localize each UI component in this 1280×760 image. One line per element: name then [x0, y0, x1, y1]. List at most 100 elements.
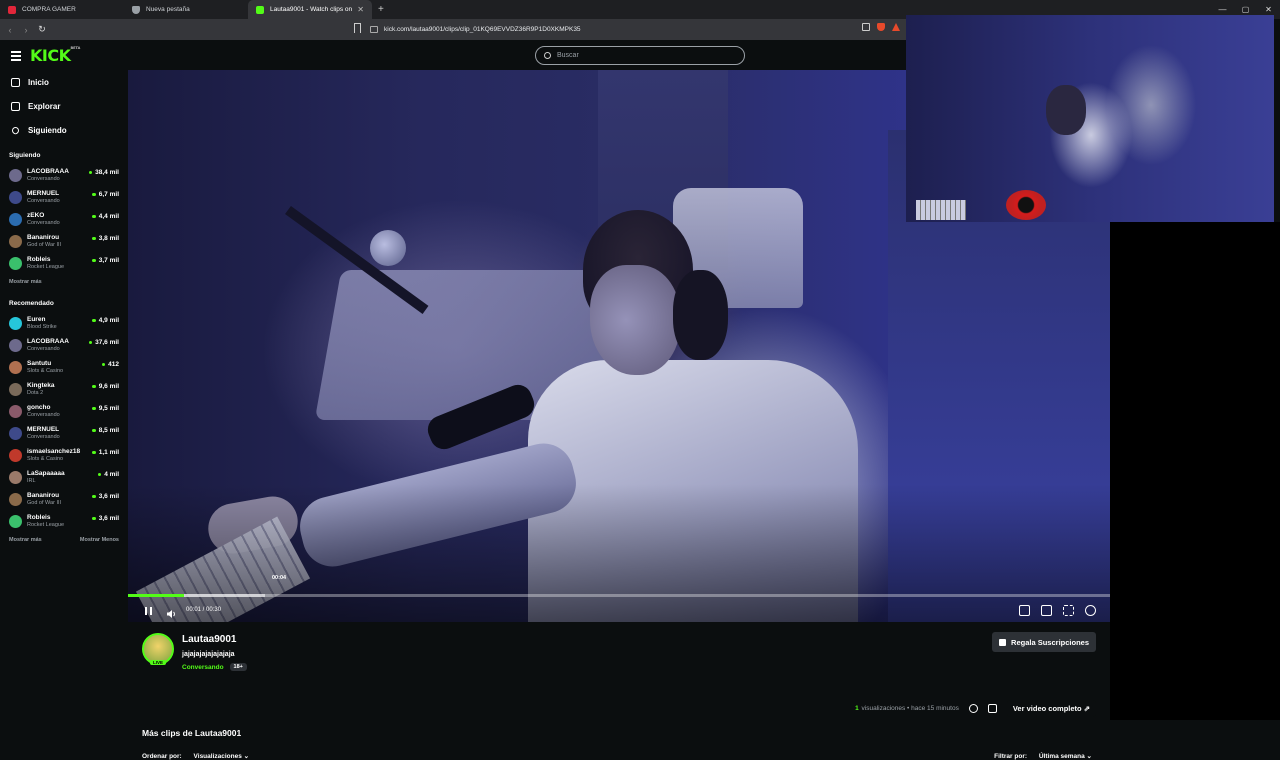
avatar — [9, 493, 22, 506]
hover-timestamp: 00:04 — [272, 575, 287, 581]
gift-subscriptions-button[interactable]: Regala Suscripciones — [992, 632, 1096, 652]
close-tab-icon[interactable]: ✕ — [357, 5, 364, 14]
channel-category: Rocket League — [27, 264, 64, 270]
sidebar-channel[interactable]: zEKO Conversando 4,4 mil — [0, 208, 128, 230]
channel-category: God of War III — [27, 242, 62, 248]
share-icon[interactable] — [968, 703, 978, 713]
brave-shield-icon[interactable] — [877, 23, 885, 31]
logo-text: KICK — [30, 46, 71, 65]
sidebar-channel[interactable]: Euren Blood Strike 4,9 mil — [0, 312, 128, 334]
sidebar-item-siguiendo[interactable]: Siguiendo — [0, 118, 128, 142]
sidebar-item-explorar[interactable]: Explorar — [0, 94, 128, 118]
avatar — [9, 235, 22, 248]
url-text: kick.com/lautaa9001/clips/clip_01KQ69EVV… — [384, 26, 581, 33]
download-icon[interactable] — [987, 703, 997, 713]
playback-speed-icon[interactable] — [1085, 605, 1096, 616]
viewer-count: 9,6 mil — [92, 383, 119, 390]
rewards-icon[interactable] — [892, 23, 900, 31]
show-more-link[interactable]: Mostrar más — [9, 274, 42, 290]
compass-icon — [11, 101, 20, 111]
sidebar-channel[interactable]: LaSapaaaaa IRL 4 mil — [0, 466, 128, 488]
sidebar-channel[interactable]: Kingteka Dota 2 9,6 mil — [0, 378, 128, 400]
site-info-icon[interactable] — [370, 26, 378, 33]
clip-info: LIVE Lautaa9001 jajajajajajajajaja Conve… — [128, 622, 1110, 760]
category-link[interactable]: Conversando — [182, 664, 224, 671]
sidebar-channel[interactable]: goncho Conversando 9,5 mil — [0, 400, 128, 422]
progress-bar[interactable] — [128, 594, 1110, 597]
channel-category: IRL — [27, 478, 36, 484]
avatar — [9, 405, 22, 418]
recommended-heading: Recomendado — [9, 300, 54, 307]
filter-label: Filtrar por: — [994, 753, 1028, 760]
url-field[interactable]: kick.com/lautaa9001/clips/clip_01KQ69EVV… — [370, 22, 900, 37]
clip-title: jajajajajajajajaja — [182, 651, 235, 658]
channel-category: Blood Strike — [27, 324, 57, 330]
player-controls: 00:01 / 00:30 — [128, 601, 1110, 622]
sort-dropdown[interactable]: Visualizaciones ⌄ — [194, 753, 250, 760]
address-bar-icons — [862, 23, 900, 31]
filter-row: Filtrar por: Última semana ⌄ — [994, 752, 1092, 760]
clip-category-row: Conversando 18+ — [182, 663, 247, 671]
chevron-down-icon: ⌄ — [1086, 753, 1092, 760]
avatar — [9, 383, 22, 396]
webcam-cup — [1006, 190, 1046, 220]
reload-icon[interactable]: ↻ — [36, 24, 48, 35]
streamer-name[interactable]: Lautaa9001 — [182, 634, 236, 645]
watch-full-video-button[interactable]: Ver video completo ⇗ — [1006, 699, 1096, 717]
show-less-link[interactable]: Mostrar Menos — [80, 532, 119, 548]
fullscreen-icon[interactable] — [1063, 605, 1074, 616]
browser-tab-active[interactable]: Lautaa9001 - Watch clips on ✕ — [248, 0, 372, 19]
show-more-link[interactable]: Mostrar más — [9, 532, 42, 548]
webcam-frame — [906, 15, 1274, 222]
sort-value: Visualizaciones — [193, 753, 242, 760]
search-input[interactable]: Buscar — [535, 46, 745, 65]
full-video-label: Ver video completo — [1012, 703, 1082, 713]
sidebar-channel[interactable]: MERNUEL Conversando 6,7 mil — [0, 186, 128, 208]
volume-icon[interactable] — [166, 606, 176, 618]
sidebar-channel[interactable]: Robleis Rocket League 3,6 mil — [0, 510, 128, 532]
viewer-count: 4,4 mil — [92, 213, 119, 220]
sidebar-item-inicio[interactable]: Inicio — [0, 70, 128, 94]
webcam-person — [1046, 85, 1086, 135]
following-more-row: Mostrar más — [0, 274, 128, 290]
age-badge: 18+ — [229, 663, 247, 671]
sidebar-channel[interactable]: Bananirou God of War III 3,8 mil — [0, 230, 128, 252]
menu-icon[interactable] — [11, 51, 21, 63]
sidebar-channel[interactable]: MERNUEL Conversando 8,5 mil — [0, 422, 128, 444]
pip-icon[interactable] — [1019, 605, 1030, 616]
address-bar: ‹ › ↻ kick.com/lautaa9001/clips/clip_01K… — [0, 19, 906, 40]
back-icon[interactable]: ‹ — [4, 25, 16, 35]
theater-mode-icon[interactable] — [1041, 605, 1052, 616]
bookmark-icon[interactable] — [354, 23, 361, 33]
more-clips-heading: Más clips de Lautaa9001 — [142, 728, 242, 738]
pause-icon[interactable] — [145, 607, 152, 615]
webcam-overlay — [906, 15, 1274, 222]
avatar — [9, 515, 22, 528]
filter-value: Última semana — [1038, 753, 1085, 760]
filter-dropdown[interactable]: Última semana ⌄ — [1039, 753, 1092, 760]
sidebar-channel[interactable]: LACOBRAAA Conversando 37,6 mil — [0, 334, 128, 356]
avatar — [9, 169, 22, 182]
avatar — [9, 257, 22, 270]
channel-category: Conversando — [27, 176, 60, 182]
viewer-count: 3,7 mil — [92, 257, 119, 264]
sidebar: Inicio Explorar Siguiendo Siguiendo LACO… — [0, 70, 128, 720]
sort-row: Ordenar por: Visualizaciones ⌄ — [142, 752, 249, 760]
kick-logo[interactable]: KICKBETA — [30, 46, 80, 65]
sidebar-channel[interactable]: ismaelsanchez18 Slots & Casino 1,1 mil — [0, 444, 128, 466]
sidebar-channel[interactable]: Robleis Rocket League 3,7 mil — [0, 252, 128, 274]
browser-tab[interactable]: COMPRA GAMER — [0, 0, 124, 19]
player-right-controls — [1019, 605, 1096, 616]
new-tab-icon[interactable]: + — [378, 4, 384, 15]
sidebar-channel[interactable]: Santutu Slots & Casino 412 — [0, 356, 128, 378]
recommended-more-row: Mostrar más Mostrar Menos — [0, 532, 128, 548]
forward-icon[interactable]: › — [20, 25, 32, 35]
sidebar-channel[interactable]: LACOBRAAA Conversando 38,4 mil — [0, 164, 128, 186]
viewer-count: 3,6 mil — [92, 493, 119, 500]
channel-category: Conversando — [27, 412, 60, 418]
browser-tab[interactable]: Nueva pestaña — [124, 0, 248, 19]
viewer-count: 4 mil — [98, 471, 119, 478]
share-icon[interactable] — [862, 23, 870, 31]
sidebar-channel[interactable]: Bananirou God of War III 3,6 mil — [0, 488, 128, 510]
site-header: KICKBETA Buscar — [0, 40, 906, 70]
